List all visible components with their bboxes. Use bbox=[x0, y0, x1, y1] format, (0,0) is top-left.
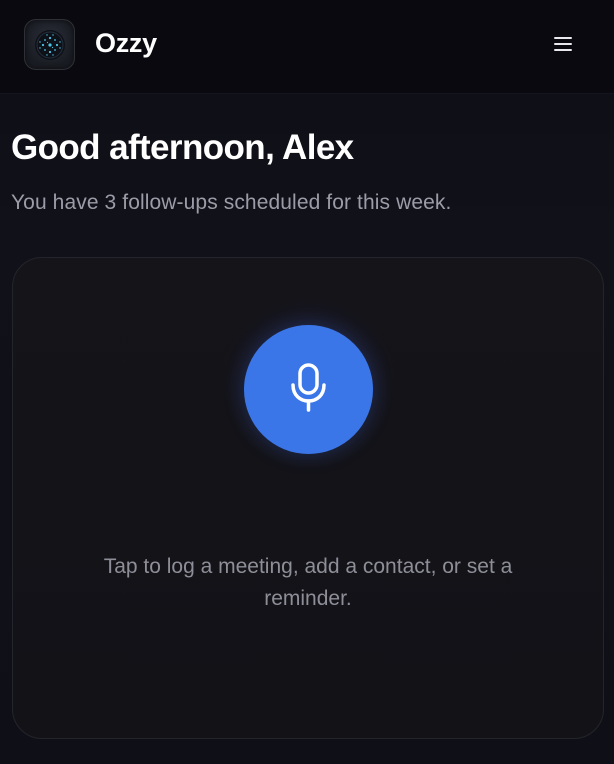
hamburger-menu-icon bbox=[554, 37, 572, 39]
record-voice-button[interactable] bbox=[244, 325, 373, 454]
microphone-icon bbox=[291, 363, 326, 412]
top-bar: Ozzy bbox=[0, 0, 614, 94]
app-name: Ozzy bbox=[95, 28, 157, 58]
menu-button[interactable] bbox=[548, 30, 578, 58]
page-title: Good afternoon, Alex bbox=[11, 128, 354, 167]
follow-up-summary: You have 3 follow-ups scheduled for this… bbox=[11, 191, 452, 214]
app-logo[interactable] bbox=[24, 19, 75, 70]
app-screen: Ozzy Good afternoon, Alex You have 3 fol… bbox=[0, 0, 614, 764]
hamburger-menu-icon-line bbox=[554, 49, 572, 51]
voice-input-card: Tap to log a meeting, add a contact, or … bbox=[12, 257, 604, 739]
ozzy-logo-icon bbox=[35, 30, 65, 60]
hamburger-menu-icon-line bbox=[554, 43, 572, 45]
voice-hint-text: Tap to log a meeting, add a contact, or … bbox=[103, 555, 513, 610]
